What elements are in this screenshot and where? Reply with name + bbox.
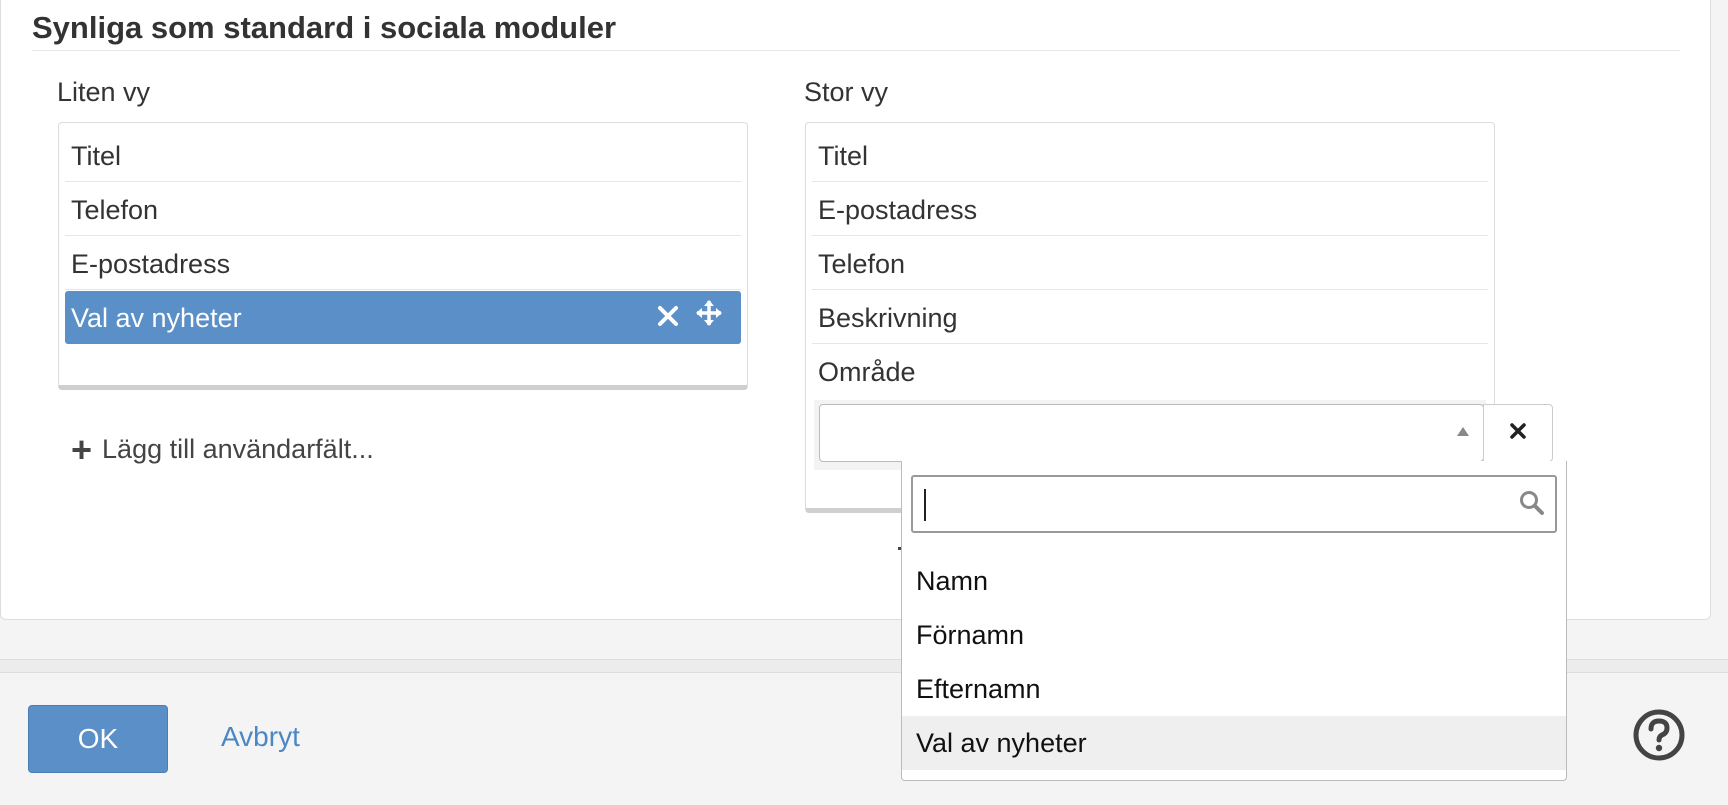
dropdown-search-input[interactable] [911, 475, 1557, 533]
list-item-label: Val av nyheter [71, 303, 242, 333]
large-view-item-beskrivning[interactable]: Beskrivning [812, 291, 1488, 344]
list-item-label: Beskrivning [818, 303, 958, 333]
large-view-item-titel[interactable]: Titel [812, 129, 1488, 182]
small-view-item-epost[interactable]: E-postadress [65, 237, 741, 290]
section-title: Synliga som standard i sociala moduler [32, 10, 617, 45]
close-icon [1509, 422, 1527, 445]
list-item-label: Titel [71, 141, 122, 171]
dropdown-option-namn[interactable]: Namn [902, 554, 1566, 608]
section-divider [32, 50, 1680, 51]
field-select-dropdown: Namn Förnamn Efternamn Val av nyheter [901, 461, 1567, 781]
list-item-label: Telefon [71, 195, 159, 225]
remove-field-button[interactable] [1483, 404, 1553, 462]
list-item-label: Titel [818, 141, 869, 171]
small-view-item-titel[interactable]: Titel [65, 129, 741, 182]
search-icon [1519, 490, 1545, 521]
add-user-field-link[interactable]: + Lägg till användarfält... [71, 428, 374, 470]
cancel-link[interactable]: Avbryt [221, 721, 300, 753]
small-view-item-val-av-nyheter[interactable]: Val av nyheter [65, 291, 741, 344]
small-view-item-telefon[interactable]: Telefon [65, 183, 741, 236]
dropdown-option-fornamn[interactable]: Förnamn [902, 608, 1566, 662]
large-view-list: Titel E-postadress Telefon Beskrivning O… [805, 122, 1553, 513]
move-icon[interactable] [695, 291, 723, 345]
large-view-item-epost[interactable]: E-postadress [812, 183, 1488, 236]
small-view-label: Liten vy [57, 77, 151, 107]
list-item-label: Område [818, 357, 916, 387]
plus-icon: + [71, 428, 93, 470]
large-view-label: Stor vy [804, 77, 889, 107]
small-view-list: Titel Telefon E-postadress Val av nyhete… [58, 122, 748, 390]
dropdown-option-efternamn[interactable]: Efternamn [902, 662, 1566, 716]
list-item-label: Telefon [818, 249, 906, 279]
add-user-field-label: Lägg till användarfält... [102, 434, 374, 464]
text-cursor [924, 489, 926, 521]
field-select[interactable] [819, 404, 1484, 462]
large-view-item-omrade[interactable]: Område [812, 345, 1488, 398]
help-icon[interactable] [1632, 708, 1686, 767]
ok-button[interactable]: OK [28, 705, 168, 773]
large-view-item-telefon[interactable]: Telefon [812, 237, 1488, 290]
caret-up-icon [1457, 427, 1469, 436]
list-item-label: E-postadress [818, 195, 978, 225]
dropdown-option-val-av-nyheter[interactable]: Val av nyheter [902, 716, 1566, 770]
new-field-row [814, 400, 1553, 470]
close-icon[interactable] [657, 291, 679, 345]
list-item-label: E-postadress [71, 249, 231, 279]
